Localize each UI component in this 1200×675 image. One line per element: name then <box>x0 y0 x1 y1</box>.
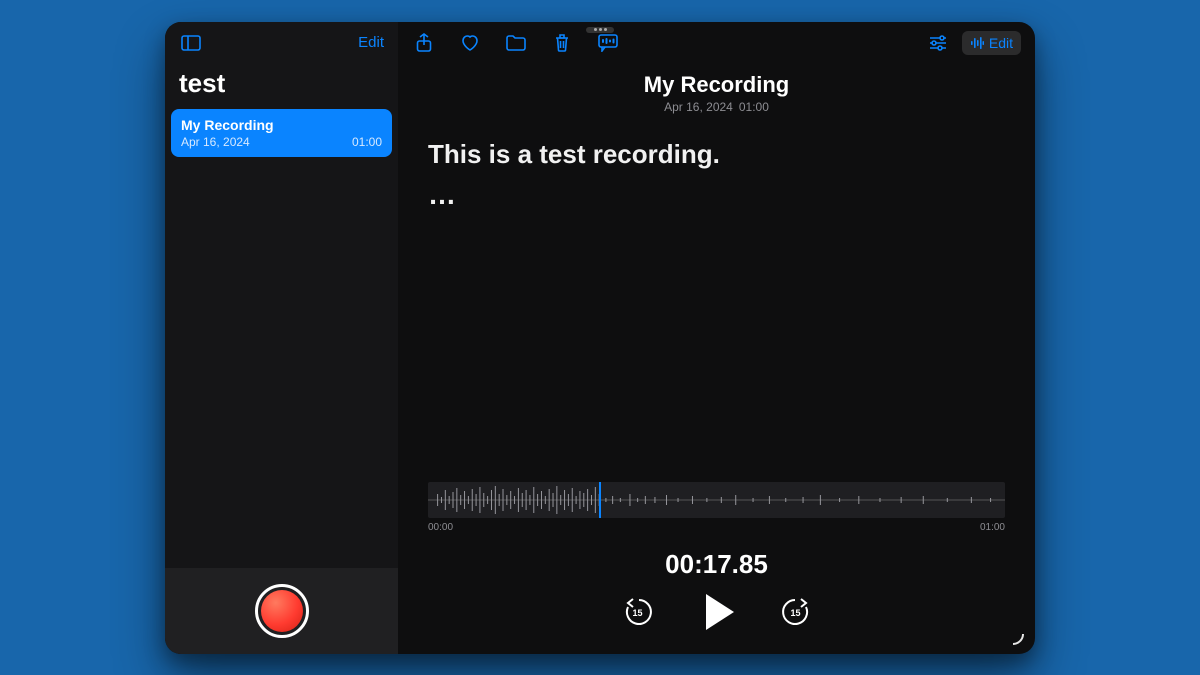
transcript-pending: … <box>428 177 1005 213</box>
resize-handle-icon[interactable] <box>1009 630 1025 646</box>
skip-forward-label: 15 <box>790 608 800 618</box>
app-window: Edit test My Recording Apr 16, 2024 01:0… <box>165 22 1035 654</box>
recording-title[interactable]: My Recording <box>398 72 1035 98</box>
playback-area: 00:00 01:00 00:17.85 15 15 <box>398 482 1035 654</box>
folder-icon[interactable] <box>504 31 528 55</box>
toggle-sidebar-icon[interactable] <box>179 31 203 55</box>
heart-icon[interactable] <box>458 31 482 55</box>
playback-controls: 15 15 <box>428 594 1005 630</box>
transcript-area[interactable]: This is a test recording. … <box>398 114 1035 238</box>
sidebar-title: test <box>165 64 398 109</box>
main-panel: Edit My Recording Apr 16, 2024 01:00 Thi… <box>398 22 1035 654</box>
waveform-icon <box>970 36 984 50</box>
current-time: 00:17.85 <box>428 549 1005 580</box>
sidebar: Edit test My Recording Apr 16, 2024 01:0… <box>165 22 398 654</box>
play-button[interactable] <box>706 594 734 630</box>
share-icon[interactable] <box>412 31 436 55</box>
recording-item-duration: 01:00 <box>352 135 382 149</box>
recording-item-date: Apr 16, 2024 <box>181 135 250 149</box>
playhead[interactable] <box>599 482 601 518</box>
skip-forward-button[interactable]: 15 <box>780 596 812 628</box>
waveform-icon <box>428 482 1005 518</box>
transcript-icon[interactable] <box>596 31 620 55</box>
waveform-end-time: 01:00 <box>980 522 1005 533</box>
recording-item-name: My Recording <box>181 117 382 133</box>
record-icon <box>261 590 303 632</box>
record-button[interactable] <box>255 584 309 638</box>
recording-date: Apr 16, 2024 <box>664 100 733 114</box>
waveform-scrubber[interactable] <box>428 482 1005 518</box>
waveform-start-time: 00:00 <box>428 522 453 533</box>
edit-button-label: Edit <box>989 35 1013 51</box>
skip-back-button[interactable]: 15 <box>622 596 654 628</box>
transcript-line: This is a test recording. <box>428 138 1005 172</box>
settings-sliders-icon[interactable] <box>926 31 950 55</box>
recording-item[interactable]: My Recording Apr 16, 2024 01:00 <box>171 109 392 157</box>
sidebar-toolbar: Edit <box>165 22 398 64</box>
recording-duration: 01:00 <box>739 100 769 114</box>
sidebar-edit-button[interactable]: Edit <box>358 34 384 51</box>
edit-button[interactable]: Edit <box>962 31 1021 55</box>
recording-header: My Recording Apr 16, 2024 01:00 <box>398 72 1035 114</box>
recordings-list: My Recording Apr 16, 2024 01:00 <box>165 109 398 568</box>
trash-icon[interactable] <box>550 31 574 55</box>
record-bar <box>165 568 398 654</box>
skip-back-label: 15 <box>632 608 642 618</box>
main-toolbar: Edit <box>398 22 1035 64</box>
